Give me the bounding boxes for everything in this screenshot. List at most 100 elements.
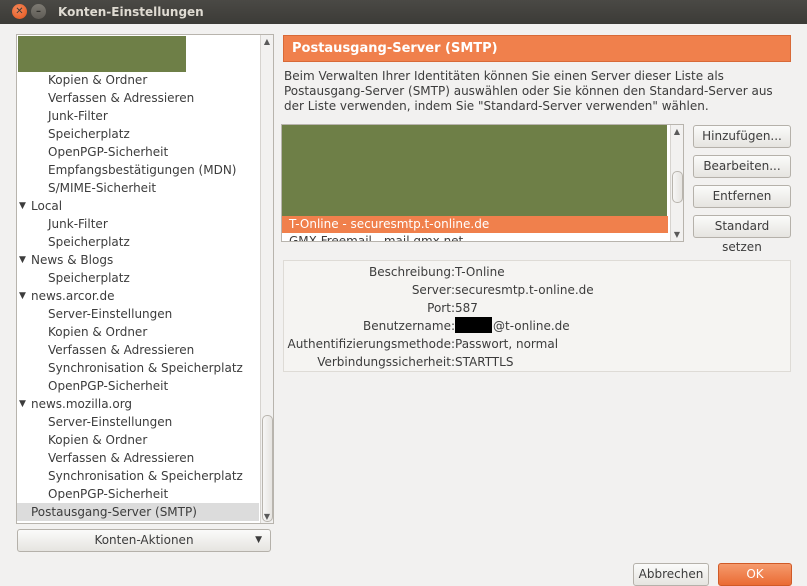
tree-item[interactable]: Synchronisation & Speicherplatz: [17, 467, 259, 485]
detail-label: Server:: [411, 283, 455, 297]
tree-item[interactable]: Kopien & Ordner: [17, 71, 259, 89]
expander-triangle-icon[interactable]: ▼: [19, 251, 26, 269]
minimize-window-button[interactable]: –: [31, 4, 46, 19]
detail-row-auth: Authentifizierungsmethode: Passwort, nor…: [284, 335, 792, 353]
tree-item-label: Speicherplatz: [48, 235, 130, 249]
tree-item-label: Speicherplatz: [48, 271, 130, 285]
tree-item-label: Server-Einstellungen: [48, 415, 173, 429]
set-default-button[interactable]: Standard setzen: [693, 215, 791, 254]
tree-item[interactable]: Verfassen & Adressieren: [17, 341, 259, 359]
tree-item[interactable]: Server-Einstellungen: [17, 413, 259, 431]
tree-item-label: Speicherplatz: [48, 127, 130, 141]
smtp-server-list[interactable]: T-Online - securesmtp.t-online.de GMX Fr…: [281, 124, 684, 242]
expander-triangle-icon[interactable]: ▼: [19, 395, 26, 413]
cancel-button[interactable]: Abbrechen: [633, 563, 709, 586]
chevron-down-icon: ▼: [255, 535, 262, 545]
tree-item[interactable]: Server-Einstellungen: [17, 305, 259, 323]
tree-item-label: Verfassen & Adressieren: [48, 91, 195, 105]
add-server-button[interactable]: Hinzufügen...: [693, 125, 791, 148]
tree-item-label: Verfassen & Adressieren: [48, 451, 195, 465]
tree-item-label: Local: [31, 199, 63, 213]
tree-account-item[interactable]: ▼ news.mozilla.org: [17, 395, 259, 413]
detail-value: securesmtp.t-online.de: [455, 283, 594, 297]
tree-item-label: Server-Einstellungen: [48, 307, 173, 321]
tree-item-label: OpenPGP-Sicherheit: [48, 379, 169, 393]
tree-item-label: Postausgang-Server (SMTP): [31, 505, 197, 519]
tree-item[interactable]: Junk-Filter: [17, 215, 259, 233]
detail-row-server: Server: securesmtp.t-online.de: [284, 281, 792, 299]
tree-item[interactable]: OpenPGP-Sicherheit: [17, 485, 259, 503]
tree-item-label: news.mozilla.org: [31, 397, 133, 411]
server-list-scrollbar-thumb[interactable]: [672, 171, 683, 203]
tree-item[interactable]: OpenPGP-Sicherheit: [17, 377, 259, 395]
detail-value: STARTTLS: [455, 355, 514, 369]
detail-value-username: @t-online.de: [455, 317, 570, 335]
redacted-area: [455, 317, 492, 333]
tree-item-label: News & Blogs: [31, 253, 114, 267]
scroll-up-arrow-icon[interactable]: ▲: [671, 127, 683, 136]
server-list-scrollbar[interactable]: ▲ ▼: [670, 125, 683, 241]
tree-item[interactable]: Junk-Filter: [17, 107, 259, 125]
detail-row-port: Port: 587: [284, 299, 792, 317]
remove-server-button[interactable]: Entfernen: [693, 185, 791, 208]
detail-label: Verbindungssicherheit:: [317, 355, 455, 369]
tree-item[interactable]: Verfassen & Adressieren: [17, 449, 259, 467]
server-details: Beschreibung: T-Online Server: securesmt…: [283, 260, 791, 372]
tree-scrollbar-thumb[interactable]: [262, 415, 273, 522]
tree-account-item[interactable]: ▼ News & Blogs: [17, 251, 259, 269]
detail-label: Authentifizierungsmethode:: [287, 337, 455, 351]
tree-account-item[interactable]: ▼ Local: [17, 197, 259, 215]
scroll-down-arrow-icon[interactable]: ▼: [671, 230, 683, 239]
detail-label: Port:: [427, 301, 455, 315]
account-actions-button[interactable]: Konten-Aktionen ▼: [17, 529, 271, 552]
tree-item[interactable]: Postausgang-Server (SMTP): [17, 503, 259, 521]
tree-item[interactable]: Speicherplatz: [17, 233, 259, 251]
detail-label: Beschreibung:: [369, 265, 455, 279]
edit-server-button[interactable]: Bearbeiten...: [693, 155, 791, 178]
tree-item-label: OpenPGP-Sicherheit: [48, 145, 169, 159]
panel-title: Postausgang-Server (SMTP): [283, 35, 791, 62]
detail-row-username: Benutzername: @t-online.de: [284, 317, 792, 335]
detail-value: T-Online: [455, 265, 505, 279]
window-title: Konten-Einstellungen: [58, 5, 204, 19]
tree-item[interactable]: Synchronisation & Speicherplatz: [17, 359, 259, 377]
tree-item-label: Verfassen & Adressieren: [48, 343, 195, 357]
tree-item[interactable]: Speicherplatz: [17, 269, 259, 287]
scroll-down-arrow-icon[interactable]: ▼: [261, 512, 273, 521]
tree-item-label: Synchronisation & Speicherplatz: [48, 469, 243, 483]
tree-item[interactable]: Empfangsbestätigungen (MDN): [17, 161, 259, 179]
close-window-button[interactable]: ✕: [12, 4, 27, 19]
detail-row-security: Verbindungssicherheit: STARTTLS: [284, 353, 792, 371]
tree-item-label: Empfangsbestätigungen (MDN): [48, 163, 237, 177]
tree-item-label: Synchronisation & Speicherplatz: [48, 361, 243, 375]
expander-triangle-icon[interactable]: ▼: [19, 197, 26, 215]
account-actions-label: Konten-Aktionen: [94, 533, 194, 547]
tree-item[interactable]: Kopien & Ordner: [17, 323, 259, 341]
server-list-item[interactable]: GMX Freemail - mail.gmx.net: [282, 233, 668, 241]
tree-item[interactable]: S/MIME-Sicherheit: [17, 179, 259, 197]
redacted-area: [282, 125, 667, 216]
tree-item-label: Kopien & Ordner: [48, 433, 148, 447]
account-tree[interactable]: Kopien & Ordner Verfassen & Adressieren Ju…: [16, 34, 274, 524]
detail-label: Benutzername:: [362, 319, 455, 333]
panel-description: Beim Verwalten Ihrer Identitäten können …: [284, 69, 773, 113]
tree-account-item[interactable]: ▼ news.arcor.de: [17, 287, 259, 305]
expander-triangle-icon[interactable]: ▼: [19, 287, 26, 305]
detail-value: Passwort, normal: [455, 337, 559, 351]
detail-value: 587: [455, 301, 478, 315]
tree-item-label: news.arcor.de: [31, 289, 115, 303]
ok-button[interactable]: OK: [718, 563, 792, 586]
tree-item[interactable]: Verfassen & Adressieren: [17, 89, 259, 107]
tree-scrollbar[interactable]: ▲ ▼: [260, 35, 273, 523]
tree-item[interactable]: Kopien & Ordner: [17, 431, 259, 449]
tree-item-label: Kopien & Ordner: [48, 73, 148, 87]
redacted-area: [18, 36, 186, 72]
tree-item-label: Junk-Filter: [48, 217, 108, 231]
tree-item-label: OpenPGP-Sicherheit: [48, 487, 169, 501]
tree-item[interactable]: Speicherplatz: [17, 125, 259, 143]
window-titlebar: ✕ – Konten-Einstellungen: [0, 0, 807, 24]
tree-item[interactable]: OpenPGP-Sicherheit: [17, 143, 259, 161]
server-list-item-selected[interactable]: T-Online - securesmtp.t-online.de: [282, 216, 668, 233]
scroll-up-arrow-icon[interactable]: ▲: [261, 37, 273, 46]
tree-item-label: Junk-Filter: [48, 109, 108, 123]
